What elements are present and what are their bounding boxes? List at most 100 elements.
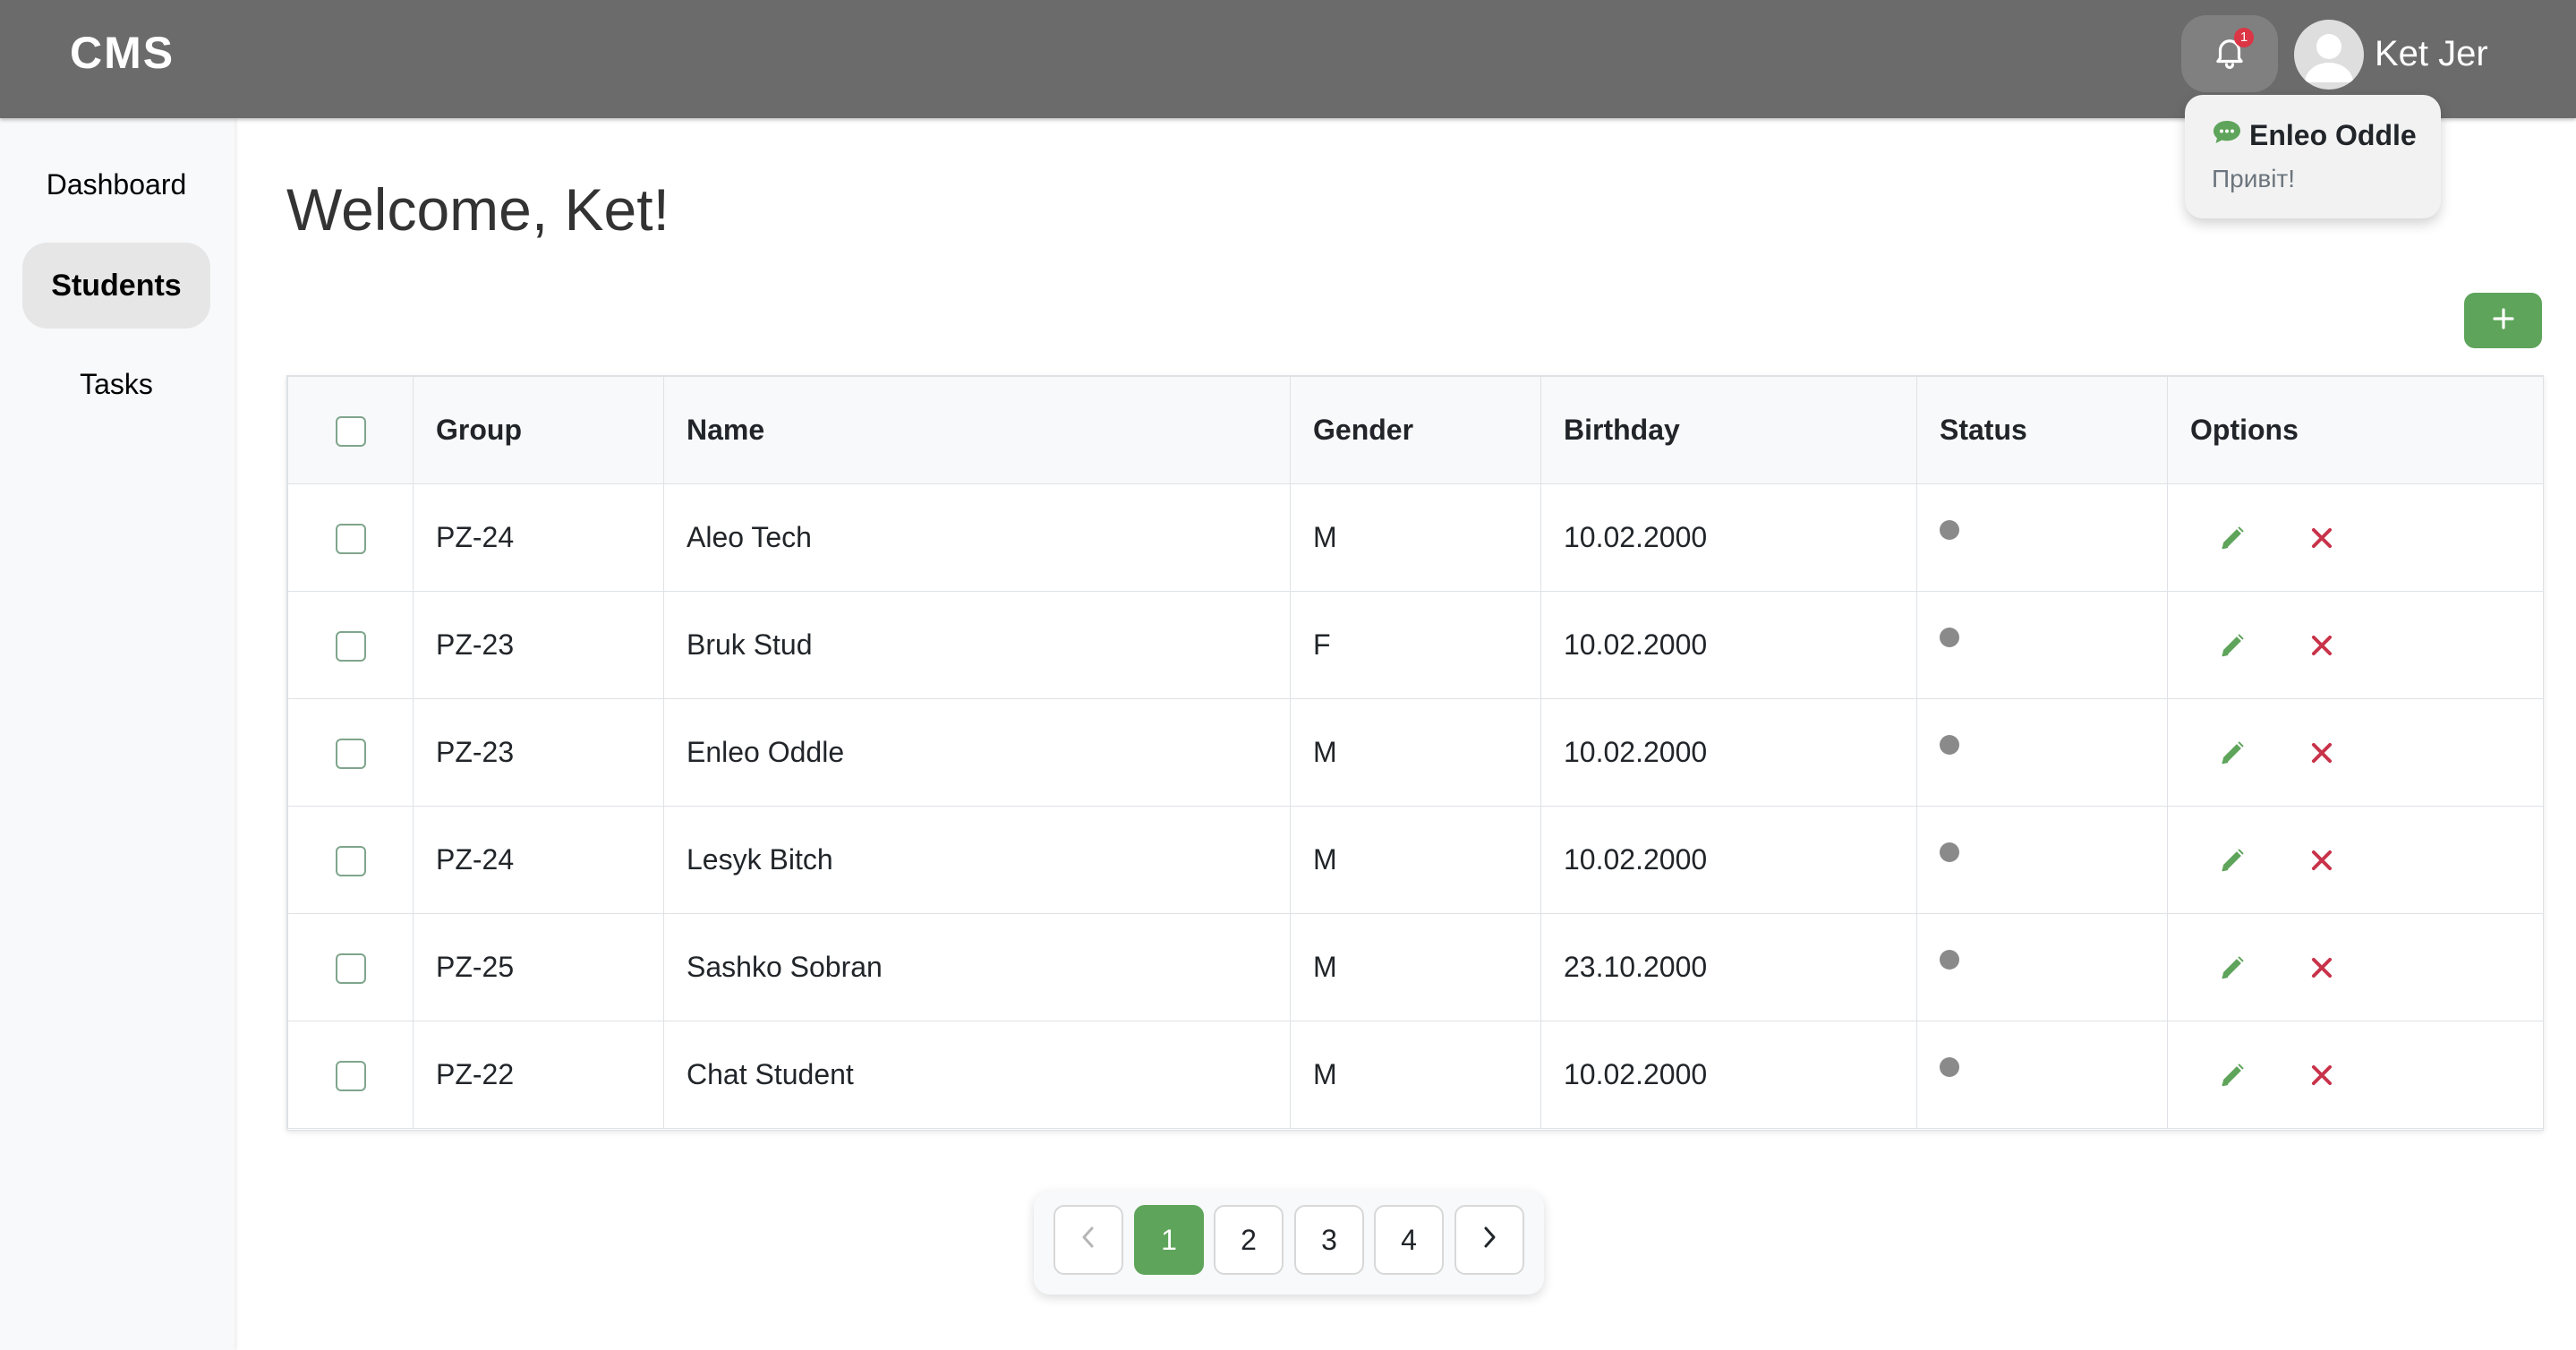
sidebar-item-tasks[interactable]: Tasks [22,341,210,427]
row-checkbox[interactable] [335,524,366,555]
row-select-cell [287,806,414,914]
edit-button[interactable] [2217,1060,2248,1090]
table-row: PZ-22 Chat Student M 10.02.2000 [287,1021,2544,1129]
table-row: PZ-24 Aleo Tech M 10.02.2000 [287,483,2544,592]
cell-birthday: 10.02.2000 [1540,698,1917,807]
cell-status [1916,913,2168,1021]
plus-icon [2492,307,2515,335]
cell-status [1916,591,2168,699]
sidebar-item-dashboard[interactable]: Dashboard [22,141,210,227]
delete-button[interactable] [2310,849,2333,872]
students-table: Group Name Gender Birthday Status Option… [286,375,2544,1131]
delete-button[interactable] [2310,956,2333,979]
notification-message: Привіт! [2212,165,2296,192]
pencil-icon [2217,630,2248,661]
pencil-icon [2217,845,2248,876]
pencil-icon [2217,1060,2248,1090]
sidebar-item-students[interactable]: Students [22,243,210,329]
cell-name: Bruk Stud [663,591,1291,699]
cell-birthday: 23.10.2000 [1540,913,1917,1021]
cell-status [1916,1021,2168,1129]
close-icon [2310,741,2333,765]
cell-group: PZ-24 [413,806,664,914]
table-row: PZ-23 Bruk Stud F 10.02.2000 [287,591,2544,699]
chat-icon [2212,118,2242,152]
edit-button[interactable] [2217,953,2248,983]
cell-options [2167,913,2544,1021]
brand-logo[interactable]: CMS [70,27,175,79]
cell-gender: M [1290,483,1541,592]
select-all-checkbox[interactable] [335,416,366,448]
page-button-3[interactable]: 3 [1294,1205,1364,1275]
chevron-right-icon [1480,1224,1498,1257]
cell-name: Chat Student [663,1021,1291,1129]
row-select-cell [287,698,414,807]
table-header-row: Group Name Gender Birthday Status Option… [287,376,2544,484]
status-dot [1940,520,1959,540]
delete-button[interactable] [2310,741,2333,765]
pencil-icon [2217,953,2248,983]
user-name[interactable]: Ket Jer [2375,34,2488,74]
cell-name: Lesyk Bitch [663,806,1291,914]
page-button-4[interactable]: 4 [1374,1205,1444,1275]
cell-group: PZ-25 [413,913,664,1021]
prev-page-button[interactable] [1053,1205,1123,1275]
close-icon [2310,526,2333,550]
close-icon [2310,634,2333,657]
table-row: PZ-23 Enleo Oddle M 10.02.2000 [287,698,2544,807]
row-checkbox[interactable] [335,846,366,877]
cell-birthday: 10.02.2000 [1540,591,1917,699]
delete-button[interactable] [2310,526,2333,550]
sidebar: Dashboard Students Tasks [0,118,235,1350]
delete-button[interactable] [2310,1064,2333,1087]
cell-group: PZ-23 [413,591,664,699]
table-row: PZ-25 Sashko Sobran M 23.10.2000 [287,913,2544,1021]
pagination: 1 2 3 4 [1034,1191,1544,1294]
edit-button[interactable] [2217,738,2248,768]
close-icon [2310,956,2333,979]
notification-sender-row: Enleo Oddle [2212,118,2417,152]
page-button-2[interactable]: 2 [1214,1205,1284,1275]
column-header-gender: Gender [1290,376,1541,484]
delete-button[interactable] [2310,634,2333,657]
close-icon [2310,849,2333,872]
column-header-status: Status [1916,376,2168,484]
close-icon [2310,1064,2333,1087]
select-all-cell [287,376,414,484]
cell-status [1916,483,2168,592]
edit-button[interactable] [2217,845,2248,876]
row-select-cell [287,591,414,699]
page-button-1[interactable]: 1 [1134,1205,1204,1275]
cell-name: Sashko Sobran [663,913,1291,1021]
cell-options [2167,806,2544,914]
cell-birthday: 10.02.2000 [1540,1021,1917,1129]
cell-gender: M [1290,1021,1541,1129]
edit-button[interactable] [2217,630,2248,661]
row-checkbox[interactable] [335,739,366,770]
avatar[interactable] [2294,20,2364,90]
column-header-group: Group [413,376,664,484]
status-dot [1940,735,1959,755]
cell-birthday: 10.02.2000 [1540,806,1917,914]
cell-options [2167,483,2544,592]
row-checkbox[interactable] [335,631,366,662]
notification-sender: Enleo Oddle [2249,118,2417,151]
row-select-cell [287,1021,414,1129]
pencil-icon [2217,738,2248,768]
cell-status [1916,806,2168,914]
cell-options [2167,1021,2544,1129]
add-student-button[interactable] [2464,293,2542,348]
notification-popup[interactable]: Enleo Oddle Привіт! [2185,95,2441,218]
cell-group: PZ-23 [413,698,664,807]
row-checkbox[interactable] [335,1061,366,1092]
column-header-options: Options [2167,376,2544,484]
notifications-button[interactable]: 1 [2181,15,2278,92]
page-title: Welcome, Ket! [286,176,670,243]
chevron-left-icon [1079,1224,1097,1257]
edit-button[interactable] [2217,523,2248,553]
column-header-name: Name [663,376,1291,484]
row-checkbox[interactable] [335,953,366,985]
cell-status [1916,698,2168,807]
next-page-button[interactable] [1454,1205,1524,1275]
cell-birthday: 10.02.2000 [1540,483,1917,592]
